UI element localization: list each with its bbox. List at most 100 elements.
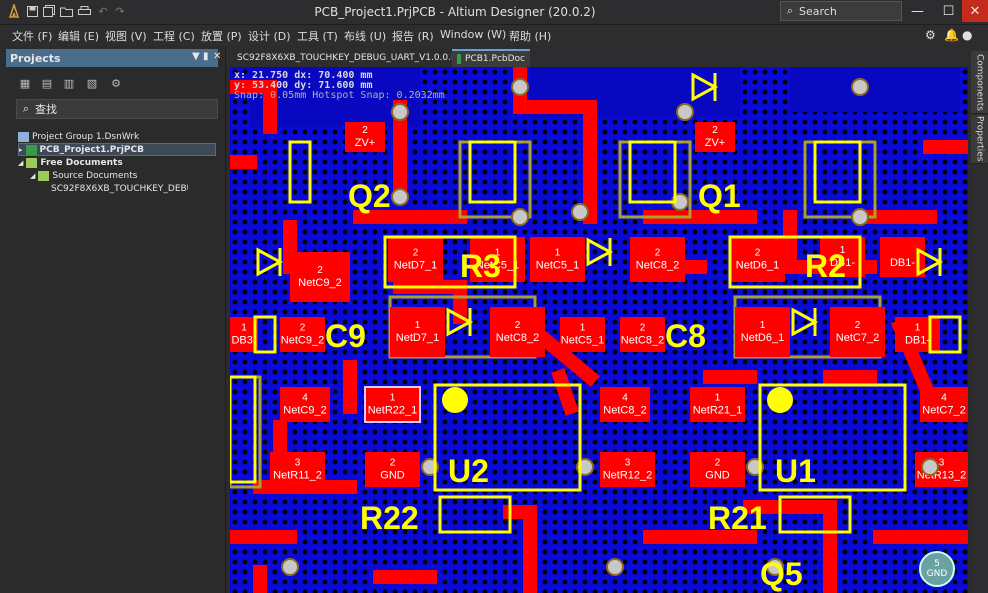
tree-label: PCB_Project1.PrjPCB — [39, 144, 144, 155]
window-title: PCB_Project1.PrjPCB - Altium Designer (2… — [314, 5, 596, 19]
panel-close-icon[interactable]: ✕ — [213, 51, 221, 62]
menu-design[interactable]: 设计 (D) — [248, 28, 291, 44]
via — [571, 203, 589, 221]
pin-icon[interactable]: ▮ — [203, 51, 209, 62]
pad: 1NetR21_1 — [690, 387, 745, 422]
project-search-input[interactable]: ⌕ 查找 — [16, 99, 218, 119]
menu-project[interactable]: 工程 (C) — [153, 28, 195, 44]
pad-net-label: NetC7_2 — [836, 332, 879, 344]
pad-net-label: NetR12_2 — [603, 470, 653, 482]
menu-tools[interactable]: 工具 (T) — [297, 28, 338, 44]
pad: 2NetC9_2 — [280, 317, 325, 352]
tree-item-pcb-project[interactable]: ▸ PCB_Project1.PrjPCB — [18, 143, 216, 156]
tab-lib-document[interactable]: SC92F8X6XB_TOUCHKEY_DEBUG_UART_V1.0.0.LI… — [228, 49, 465, 67]
via — [851, 78, 869, 96]
close-button[interactable]: ✕ — [962, 0, 988, 22]
panel-menu-icon[interactable]: ▼ — [192, 51, 200, 62]
user-account-icon[interactable]: ● — [962, 28, 972, 42]
pad-net-label: NetC8_2 — [603, 405, 646, 417]
pad: 2NetC7_2 — [830, 307, 885, 357]
expand-arrow-icon[interactable]: ▸ — [19, 146, 23, 154]
pad-number: 2 — [515, 320, 521, 331]
pad-number: 1 — [760, 320, 766, 331]
pad-number: 2 — [362, 125, 368, 136]
tree-item-project-group[interactable]: Project Group 1.DsnWrk — [18, 130, 139, 143]
menu-file[interactable]: 文件 (F) — [12, 28, 52, 44]
pad-number: 1 — [715, 393, 721, 404]
menu-edit[interactable]: 编辑 (E) — [58, 28, 99, 44]
pad: 2NetD6_1 — [730, 237, 785, 282]
pad-number: 1 — [580, 323, 586, 334]
pcb-file-icon — [457, 54, 462, 64]
pad-number: 1 — [415, 320, 421, 331]
menu-route[interactable]: 布线 (U) — [344, 28, 386, 44]
tree-item-lib-file[interactable]: SC92F8X6XB_TOUCHKEY_DEBUG — [48, 182, 188, 195]
pcb-layout[interactable]: 2NetC9_22NetD7_11NetC5_11NetC5_12NetC8_2… — [230, 67, 968, 593]
via — [606, 558, 624, 576]
search-icon: ⌕ — [786, 4, 794, 17]
via — [921, 458, 939, 476]
collapse-arrow-icon[interactable]: ◢ — [30, 172, 35, 180]
tree-item-source-documents[interactable]: ◢ Source Documents — [30, 169, 137, 182]
pin1-marker — [442, 387, 468, 413]
pad-net-label: NetC7_2 — [922, 405, 965, 417]
menu-view[interactable]: 视图 (V) — [105, 28, 147, 44]
title-bar: ↶ ↷ PCB_Project1.PrjPCB - Altium Designe… — [0, 0, 988, 25]
via — [676, 103, 694, 121]
tab-pcb-document[interactable]: PCB1.PcbDoc — [452, 49, 530, 67]
designator-label: R2 — [805, 248, 846, 284]
pad-net-label: NetC5_1 — [536, 260, 579, 272]
save-project-icon[interactable]: ▦ — [17, 77, 33, 91]
via — [511, 208, 529, 226]
global-search-input[interactable]: ⌕ Search — [780, 1, 902, 21]
pad-number: 2 — [413, 248, 419, 259]
collapse-arrow-icon[interactable]: ◢ — [18, 159, 23, 167]
notification-bell-icon[interactable]: 🔔 — [944, 28, 959, 42]
pad-net-label: NetD6_1 — [736, 260, 779, 272]
menu-reports[interactable]: 报告 (R) — [392, 28, 434, 44]
tab-label: SC92F8X6XB_TOUCHKEY_DEBUG_UART_V1.0.0.LI… — [237, 53, 465, 63]
pad-net-label: NetC9_2 — [298, 277, 341, 289]
pad: 3NetR12_2 — [600, 452, 655, 487]
pad-net-label: NetD6_1 — [741, 332, 784, 344]
tab-components[interactable]: Components — [971, 51, 988, 114]
settings-icon[interactable]: ⚙ — [108, 77, 124, 91]
pad-number: 1 — [915, 323, 921, 334]
project-search-placeholder: 查找 — [35, 103, 57, 116]
open-project-icon[interactable]: ▥ — [61, 77, 77, 91]
pad-number: 2 — [755, 248, 761, 259]
pad-net-label: DB3- — [231, 335, 256, 347]
tab-properties[interactable]: Properties — [971, 115, 988, 164]
search-placeholder: Search — [799, 4, 837, 18]
pad-number: 2 — [655, 248, 661, 259]
maximize-button[interactable]: ☐ — [933, 0, 964, 22]
project-options-icon[interactable]: ▧ — [84, 77, 100, 91]
pad: 1NetC5_1 — [530, 237, 585, 282]
menu-place[interactable]: 放置 (P) — [201, 28, 242, 44]
menu-window[interactable]: Window (W) — [440, 28, 506, 41]
tab-label: PCB1.PcbDoc — [465, 54, 525, 64]
pad: 2NetC9_2 — [290, 252, 350, 302]
via — [851, 208, 869, 226]
menu-bar: 文件 (F) 编辑 (E) 视图 (V) 工程 (C) 放置 (P) 设计 (D… — [0, 25, 988, 46]
pad: 2NetC8_2 — [490, 307, 545, 357]
pad-number: 2 — [855, 320, 861, 331]
pad-net-label: GND — [380, 470, 405, 482]
compile-icon[interactable]: ▤ — [39, 77, 55, 91]
minimize-button[interactable]: — — [902, 0, 933, 22]
pad-net-label: NetR11_2 — [273, 470, 322, 482]
pad-net-label: DB1- — [905, 335, 930, 347]
pad-net-label: DB1- — [890, 257, 915, 269]
gear-icon[interactable]: ⚙ — [925, 28, 936, 42]
pad-net-label: NetD7_1 — [394, 260, 437, 272]
snap-net-badge[interactable]: 5 GND — [919, 551, 955, 587]
pad-number: 1 — [241, 323, 247, 334]
pad-number: 4 — [941, 393, 947, 404]
pcb-canvas[interactable]: 2 NetC9_2 2 NetD7_1 1 NetC5_1 1 NetC5_1 2 NetC8_2… — [230, 67, 968, 593]
tree-item-free-documents[interactable]: ◢ Free Documents — [18, 156, 123, 169]
pad-number: 2 — [640, 323, 646, 334]
panel-title: Projects — [10, 51, 61, 65]
pad-net-label: NetC8_2 — [496, 332, 539, 344]
menu-help[interactable]: 帮助 (H) — [509, 28, 551, 44]
tree-label: Free Documents — [40, 157, 123, 168]
